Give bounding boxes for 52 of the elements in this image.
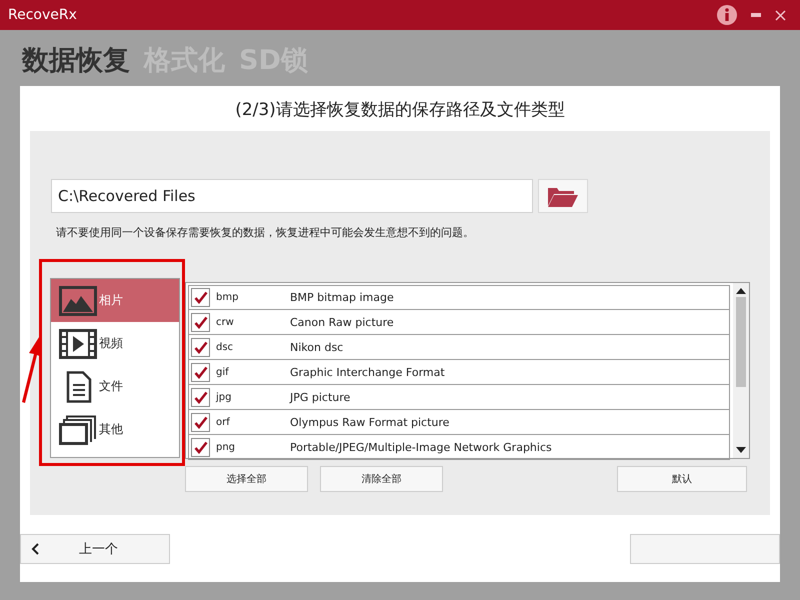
description-text: Graphic Interchange Format (290, 366, 445, 378)
checkbox[interactable] (191, 338, 210, 356)
checkbox[interactable] (191, 312, 210, 332)
extension-text: crw (216, 316, 235, 328)
file-type-row[interactable]: gif Graphic Interchange Format (188, 360, 730, 385)
scrollbar[interactable] (733, 283, 749, 458)
checkbox[interactable] (191, 438, 210, 456)
description-text: Olympus Raw Format picture (290, 416, 450, 428)
window-title: RecoveRx (8, 7, 78, 23)
clear-all-button[interactable]: 清除全部 (320, 466, 443, 492)
hint-text: 请不要使用同一个设备保存需要恢复的数据，恢复进程中可能会发生意想不到的问题。 (56, 225, 475, 240)
checkbox[interactable] (191, 412, 210, 432)
landscape-icon (59, 286, 97, 316)
film-icon (59, 328, 97, 358)
scroll-up-icon[interactable] (736, 287, 746, 295)
checkbox[interactable] (191, 288, 210, 307)
checkbox[interactable] (191, 362, 210, 382)
file-type-row[interactable]: dsc Nikon dsc (188, 335, 730, 360)
file-type-row[interactable]: crw Canon Raw picture (188, 310, 730, 335)
close-icon[interactable] (775, 10, 786, 20)
extension-text: dsc (216, 342, 234, 352)
description-text: JPG picture (290, 390, 350, 404)
description-text: Nikon dsc (290, 340, 344, 354)
extension-text: jpg (216, 392, 232, 402)
description-text: BMP bitmap image (290, 291, 394, 304)
file-type-row[interactable]: jpg JPG picture (188, 385, 730, 410)
extension-text: bmp (216, 292, 240, 303)
category-item[interactable]: 視頻 (51, 322, 179, 365)
file-type-row[interactable]: png Portable/JPEG/Multiple-Image Network Graphics (188, 435, 730, 460)
category-item[interactable]: 相片 (51, 279, 179, 322)
extension-text: orf (216, 416, 231, 428)
scroll-down-icon[interactable] (736, 446, 746, 454)
default-button[interactable]: 默认 (617, 466, 747, 492)
file-type-row[interactable]: bmp BMP bitmap image (188, 285, 730, 310)
back-button[interactable]: 上一个 (20, 534, 170, 564)
folder-icon (547, 185, 579, 207)
chevron-left-icon (31, 543, 39, 555)
browse-folder-button[interactable] (538, 179, 588, 213)
category-item[interactable]: 文件 (51, 365, 179, 408)
description-text: Portable/JPEG/Multiple-Image Network Graphics (290, 440, 552, 454)
description-text: Canon Raw picture (290, 316, 394, 328)
select-all-button[interactable]: 选择全部 (185, 466, 308, 492)
step-title: (2/3)请选择恢复数据的保存路径及文件类型 (235, 99, 565, 121)
extension-text: gif (216, 366, 230, 378)
info-icon[interactable] (717, 5, 737, 25)
tab[interactable]: 数据恢复 (22, 42, 130, 86)
category-item[interactable]: 其他 (51, 408, 179, 451)
extension-text: png (216, 442, 236, 452)
stacked-windows-icon (59, 414, 97, 444)
file-type-row[interactable]: orf Olympus Raw Format picture (188, 410, 730, 435)
path-field[interactable]: C:\Recovered Files (51, 179, 533, 213)
checkbox[interactable] (191, 388, 210, 406)
